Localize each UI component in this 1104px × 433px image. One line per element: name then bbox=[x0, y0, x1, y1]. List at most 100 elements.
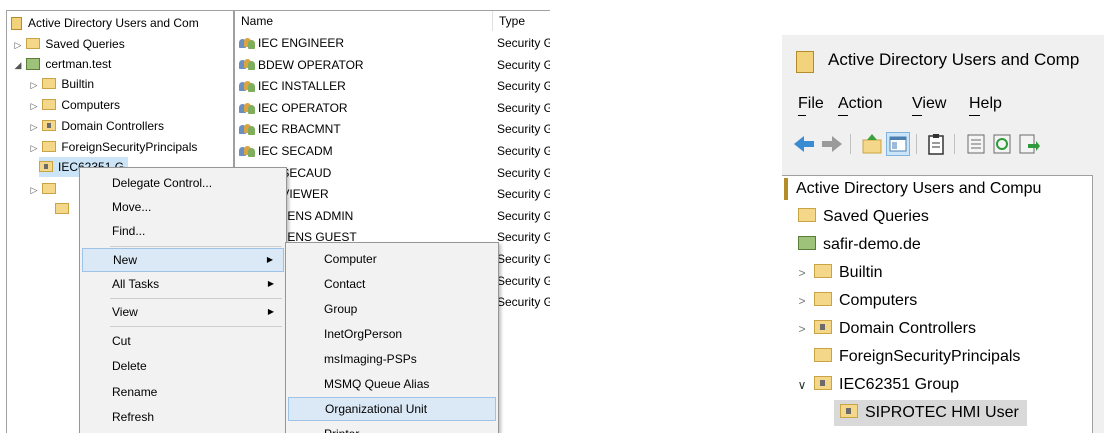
chevron-right-icon[interactable]: > bbox=[794, 260, 810, 286]
tree-item-partial[interactable] bbox=[55, 199, 74, 219]
folder-icon bbox=[26, 38, 41, 50]
menu-item-delegate-control[interactable]: Delegate Control... bbox=[82, 171, 284, 195]
back-arrow-icon[interactable] bbox=[792, 132, 816, 156]
submenu-item-group[interactable]: Group bbox=[288, 297, 496, 321]
type-cell: Security G bbox=[497, 252, 550, 266]
submenu-item-msmq-queue-alias[interactable]: MSMQ Queue Alias bbox=[288, 372, 496, 396]
console-tree-icon[interactable] bbox=[886, 132, 910, 156]
submenu-item-organizational-unit[interactable]: Organizational Unit bbox=[288, 397, 496, 421]
expand-arrow-icon[interactable]: ▷ bbox=[29, 117, 39, 137]
menu-view[interactable]: View bbox=[912, 95, 946, 113]
folder-icon bbox=[42, 78, 57, 90]
type-cell: Security G bbox=[497, 230, 550, 245]
submenu-item-inetorgperson[interactable]: InetOrgPerson bbox=[288, 322, 496, 346]
new-submenu: Computer Contact Group InetOrgPerson msI… bbox=[285, 242, 499, 433]
tree-root[interactable]: Active Directory Users and Compu bbox=[796, 176, 1041, 202]
table-row[interactable]: IEC ENGINEER Security G bbox=[235, 33, 550, 54]
forward-arrow-icon[interactable] bbox=[820, 132, 844, 156]
tree-item-foreign-security-principals[interactable]: ForeignSecurityPrincipals bbox=[814, 344, 1020, 370]
group-icon bbox=[239, 80, 255, 93]
expand-arrow-icon[interactable]: ▷ bbox=[29, 180, 39, 200]
export-icon[interactable] bbox=[1016, 132, 1040, 156]
toolbar-separator bbox=[916, 134, 917, 154]
expand-arrow-icon[interactable]: ▷ bbox=[29, 96, 39, 116]
group-icon bbox=[239, 123, 255, 136]
folder-icon bbox=[814, 347, 832, 362]
tree-item-computers[interactable]: ▷ Computers bbox=[29, 95, 121, 116]
properties-icon[interactable] bbox=[964, 132, 988, 156]
menu-item-new[interactable]: New ▶ bbox=[82, 248, 284, 272]
app-icon bbox=[796, 51, 814, 73]
menu-item-all-tasks[interactable]: All Tasks ▶ bbox=[82, 272, 284, 296]
menu-item-refresh[interactable]: Refresh bbox=[82, 405, 284, 429]
tree-item-builtin[interactable]: > Builtin bbox=[794, 260, 883, 286]
tree-item-siprotec-hmi-user[interactable]: SIPROTEC HMI User bbox=[834, 400, 1027, 426]
collapse-arrow-icon[interactable]: ◢ bbox=[13, 55, 23, 75]
tree-item-builtin[interactable]: ▷ Builtin bbox=[29, 74, 95, 95]
tree-item-domain-controllers[interactable]: > Domain Controllers bbox=[794, 316, 976, 342]
type-cell: Security G bbox=[497, 100, 550, 115]
type-cell: Security G bbox=[497, 36, 550, 50]
group-icon bbox=[239, 37, 255, 49]
table-row[interactable]: IEC INSTALLER Security G bbox=[235, 76, 550, 97]
accelerator-underline bbox=[912, 115, 922, 116]
type-cell: Security G bbox=[497, 57, 550, 72]
expand-arrow-icon[interactable]: ▷ bbox=[13, 35, 23, 55]
ou-folder-icon bbox=[840, 403, 858, 418]
submenu-item-computer[interactable]: Computer bbox=[288, 247, 496, 271]
submenu-item-printer[interactable]: Printer bbox=[288, 422, 496, 433]
toolbar-separator bbox=[954, 134, 955, 154]
menu-separator bbox=[110, 326, 282, 327]
menu-file[interactable]: File bbox=[798, 95, 824, 113]
expand-arrow-icon[interactable]: ▷ bbox=[29, 75, 39, 95]
table-row[interactable]: IEC SECADM Security G bbox=[235, 141, 550, 162]
submenu-item-contact[interactable]: Contact bbox=[288, 272, 496, 296]
tree-item-collapsed[interactable]: ▷ bbox=[29, 179, 61, 199]
chevron-down-icon[interactable]: ∨ bbox=[794, 372, 810, 398]
right-console-tree: Active Directory Users and Compu Saved Q… bbox=[782, 175, 1093, 433]
folder-icon bbox=[42, 99, 57, 111]
tree-item-saved-queries[interactable]: ▷ Saved Queries bbox=[13, 34, 125, 54]
menu-help[interactable]: Help bbox=[969, 95, 1002, 113]
table-row[interactable]: IEC OPERATOR Security G bbox=[235, 98, 550, 119]
folder-icon bbox=[814, 263, 832, 278]
menu-item-delete[interactable]: Delete bbox=[82, 354, 284, 378]
ou-folder-icon bbox=[39, 161, 53, 173]
menu-separator bbox=[110, 246, 282, 247]
column-header-name[interactable]: Name bbox=[235, 11, 493, 31]
up-folder-icon[interactable] bbox=[860, 132, 884, 156]
expand-arrow-icon[interactable]: ▷ bbox=[29, 138, 39, 158]
left-screenshot: Active Directory Users and Com ▷ Saved Q… bbox=[0, 0, 550, 433]
table-row[interactable]: IEC RBACMNT Security G bbox=[235, 119, 550, 140]
tree-item-saved-queries[interactable]: Saved Queries bbox=[798, 204, 929, 230]
group-icon bbox=[239, 102, 255, 114]
tree-root[interactable]: Active Directory Users and Com bbox=[11, 13, 199, 33]
name-cell: IEC RBACMNT bbox=[239, 119, 341, 140]
table-row[interactable]: BDEW OPERATOR Security G bbox=[235, 55, 550, 76]
menu-item-find[interactable]: Find... bbox=[82, 219, 284, 243]
type-cell: Security G bbox=[497, 79, 550, 94]
chevron-right-icon[interactable]: > bbox=[794, 316, 810, 342]
clipboard-icon[interactable] bbox=[924, 132, 948, 156]
menu-item-cut[interactable]: Cut bbox=[82, 329, 284, 353]
submenu-arrow-icon: ▶ bbox=[266, 255, 273, 264]
menu-item-move[interactable]: Move... bbox=[82, 195, 284, 219]
chevron-right-icon[interactable]: > bbox=[794, 288, 810, 314]
submenu-item-msimaging-psps[interactable]: msImaging-PSPs bbox=[288, 347, 496, 371]
refresh-icon[interactable] bbox=[990, 132, 1014, 156]
group-icon bbox=[239, 58, 255, 71]
tree-item-computers[interactable]: > Computers bbox=[794, 288, 917, 314]
menu-action[interactable]: Action bbox=[838, 95, 882, 113]
ou-folder-icon bbox=[814, 319, 832, 334]
name-cell: IEC INSTALLER bbox=[239, 76, 346, 97]
tree-item-domain[interactable]: ◢ certman.test bbox=[13, 54, 112, 75]
folder-icon bbox=[798, 207, 816, 222]
tree-item-iec62351-group[interactable]: ∨ IEC62351 Group bbox=[794, 372, 959, 398]
column-header-type[interactable]: Type bbox=[493, 11, 550, 31]
tree-item-foreign-security-principals[interactable]: ▷ ForeignSecurityPrincipals bbox=[29, 137, 198, 158]
tree-item-domain[interactable]: safir-demo.de bbox=[798, 232, 921, 258]
accelerator-underline bbox=[969, 115, 980, 116]
tree-item-domain-controllers[interactable]: ▷ Domain Controllers bbox=[29, 116, 165, 137]
menu-item-view[interactable]: View ▶ bbox=[82, 300, 284, 324]
menu-item-rename[interactable]: Rename bbox=[82, 380, 284, 404]
